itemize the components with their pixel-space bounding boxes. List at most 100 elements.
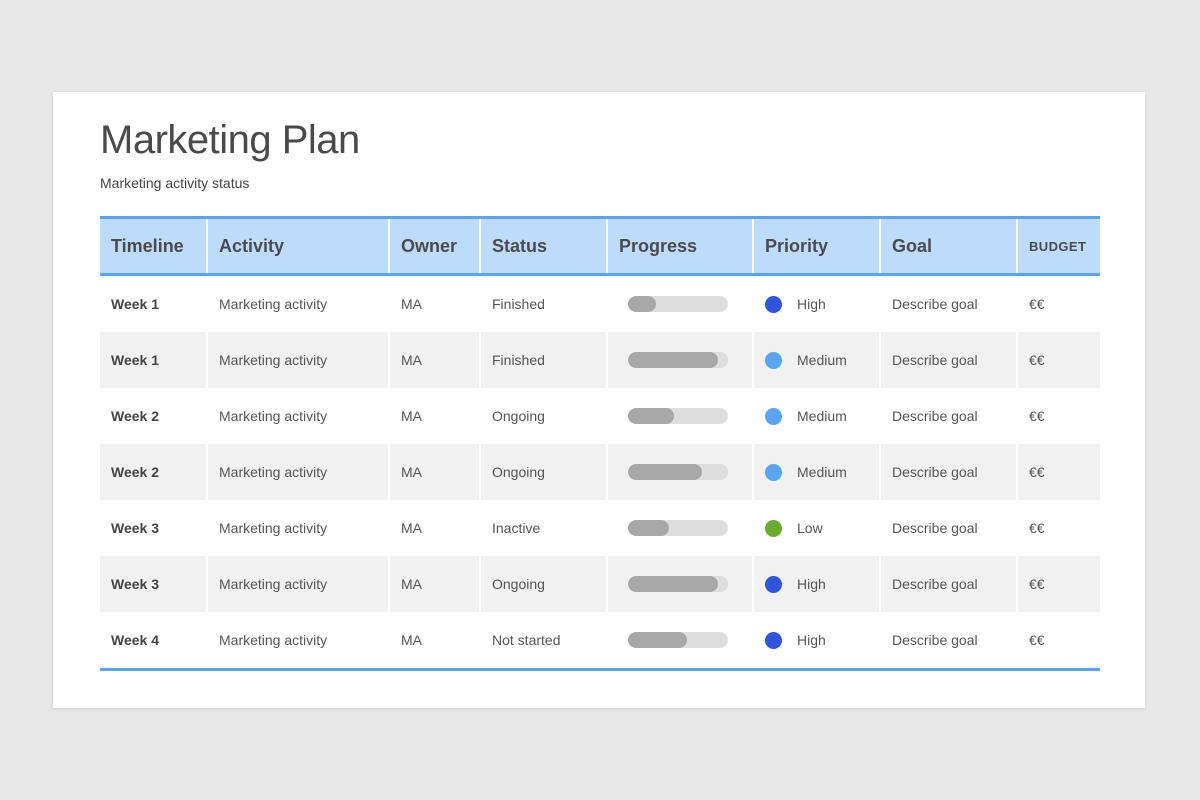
cell-progress — [608, 500, 754, 556]
progress-bar — [628, 408, 728, 424]
cell-timeline: Week 2 — [100, 388, 208, 444]
table-row: Week 4 Marketing activity MA Not started Hig… — [100, 612, 1100, 668]
header-progress: Progress — [608, 219, 754, 273]
cell-status: Ongoing — [481, 444, 608, 500]
cell-owner: MA — [390, 556, 481, 612]
priority-dot-icon — [765, 463, 782, 481]
priority-label: Medium — [797, 352, 847, 368]
cell-priority: High — [754, 612, 881, 668]
priority-dot-icon — [765, 351, 782, 369]
priority-dot-icon — [765, 407, 782, 425]
marketing-plan-table: Timeline Activity Owner Status Progress … — [100, 216, 1100, 671]
cell-timeline: Week 1 — [100, 332, 208, 388]
priority-label: Medium — [797, 408, 847, 424]
cell-activity: Marketing activity — [208, 556, 390, 612]
table-row: Week 1 Marketing activity MA Finished High De… — [100, 276, 1100, 332]
table-bottom-rule — [100, 668, 1100, 671]
header-goal: Goal — [881, 219, 1018, 273]
priority-dot-icon — [765, 631, 782, 649]
cell-status: Finished — [481, 332, 608, 388]
cell-priority: Low — [754, 500, 881, 556]
page-subtitle: Marketing activity status — [100, 175, 250, 191]
table-header: Timeline Activity Owner Status Progress … — [100, 216, 1100, 276]
priority-label: High — [797, 296, 826, 312]
cell-budget: €€ — [1029, 632, 1045, 648]
progress-bar-fill — [628, 296, 656, 312]
cell-priority: Medium — [754, 444, 881, 500]
cell-goal: Describe goal — [881, 612, 1018, 668]
progress-bar — [628, 632, 728, 648]
cell-priority: High — [754, 556, 881, 612]
cell-owner: MA — [390, 332, 481, 388]
priority-dot-icon — [765, 575, 782, 593]
header-owner: Owner — [390, 219, 481, 273]
cell-budget: €€ — [1029, 464, 1045, 480]
cell-goal: Describe goal — [881, 444, 1018, 500]
progress-bar-fill — [628, 576, 718, 592]
cell-timeline: Week 1 — [100, 276, 208, 332]
progress-bar-fill — [628, 632, 687, 648]
header-activity: Activity — [208, 219, 390, 273]
cell-owner: MA — [390, 276, 481, 332]
priority-label: High — [797, 632, 826, 648]
cell-owner: MA — [390, 388, 481, 444]
cell-goal: Describe goal — [881, 332, 1018, 388]
cell-timeline: Week 3 — [100, 556, 208, 612]
cell-timeline: Week 2 — [100, 444, 208, 500]
cell-progress — [608, 444, 754, 500]
cell-progress — [608, 556, 754, 612]
priority-label: High — [797, 576, 826, 592]
table-row: Week 3 Marketing activity MA Ongoing High Des… — [100, 556, 1100, 612]
cell-status: Not started — [481, 612, 608, 668]
page-title: Marketing Plan — [100, 118, 360, 162]
priority-dot-icon — [765, 295, 782, 313]
cell-goal: Describe goal — [881, 276, 1018, 332]
cell-timeline: Week 3 — [100, 500, 208, 556]
header-budget: BUDGET — [1029, 238, 1087, 254]
cell-owner: MA — [390, 444, 481, 500]
cell-status: Finished — [481, 276, 608, 332]
progress-bar-fill — [628, 520, 669, 536]
cell-budget: €€ — [1029, 576, 1045, 592]
cell-goal: Describe goal — [881, 500, 1018, 556]
slide: Marketing Plan Marketing activity status… — [53, 92, 1145, 708]
progress-bar-fill — [628, 352, 718, 368]
cell-activity: Marketing activity — [208, 612, 390, 668]
header-status: Status — [481, 219, 608, 273]
header-timeline: Timeline — [100, 219, 208, 273]
table-row: Week 2 Marketing activity MA Ongoing Medium D… — [100, 444, 1100, 500]
progress-bar-fill — [628, 464, 702, 480]
priority-dot-icon — [765, 519, 782, 537]
table-row: Week 3 Marketing activity MA Inactive Low Des… — [100, 500, 1100, 556]
cell-timeline: Week 4 — [100, 612, 208, 668]
cell-budget: €€ — [1029, 352, 1045, 368]
progress-bar-fill — [628, 408, 674, 424]
cell-budget: €€ — [1029, 408, 1045, 424]
cell-priority: High — [754, 276, 881, 332]
cell-status: Inactive — [481, 500, 608, 556]
cell-priority: Medium — [754, 388, 881, 444]
cell-progress — [608, 612, 754, 668]
cell-progress — [608, 332, 754, 388]
table-row: Week 1 Marketing activity MA Finished Medium… — [100, 332, 1100, 388]
cell-status: Ongoing — [481, 388, 608, 444]
cell-progress — [608, 388, 754, 444]
cell-activity: Marketing activity — [208, 444, 390, 500]
cell-budget: €€ — [1029, 520, 1045, 536]
progress-bar — [628, 464, 728, 480]
cell-activity: Marketing activity — [208, 276, 390, 332]
progress-bar — [628, 520, 728, 536]
priority-label: Medium — [797, 464, 847, 480]
cell-goal: Describe goal — [881, 388, 1018, 444]
progress-bar — [628, 352, 728, 368]
cell-activity: Marketing activity — [208, 332, 390, 388]
table-body: Week 1 Marketing activity MA Finished High De… — [100, 276, 1100, 668]
cell-budget: €€ — [1029, 296, 1045, 312]
progress-bar — [628, 296, 728, 312]
cell-owner: MA — [390, 500, 481, 556]
cell-activity: Marketing activity — [208, 500, 390, 556]
table-row: Week 2 Marketing activity MA Ongoing Medium D… — [100, 388, 1100, 444]
cell-status: Ongoing — [481, 556, 608, 612]
cell-goal: Describe goal — [881, 556, 1018, 612]
header-priority: Priority — [754, 219, 881, 273]
